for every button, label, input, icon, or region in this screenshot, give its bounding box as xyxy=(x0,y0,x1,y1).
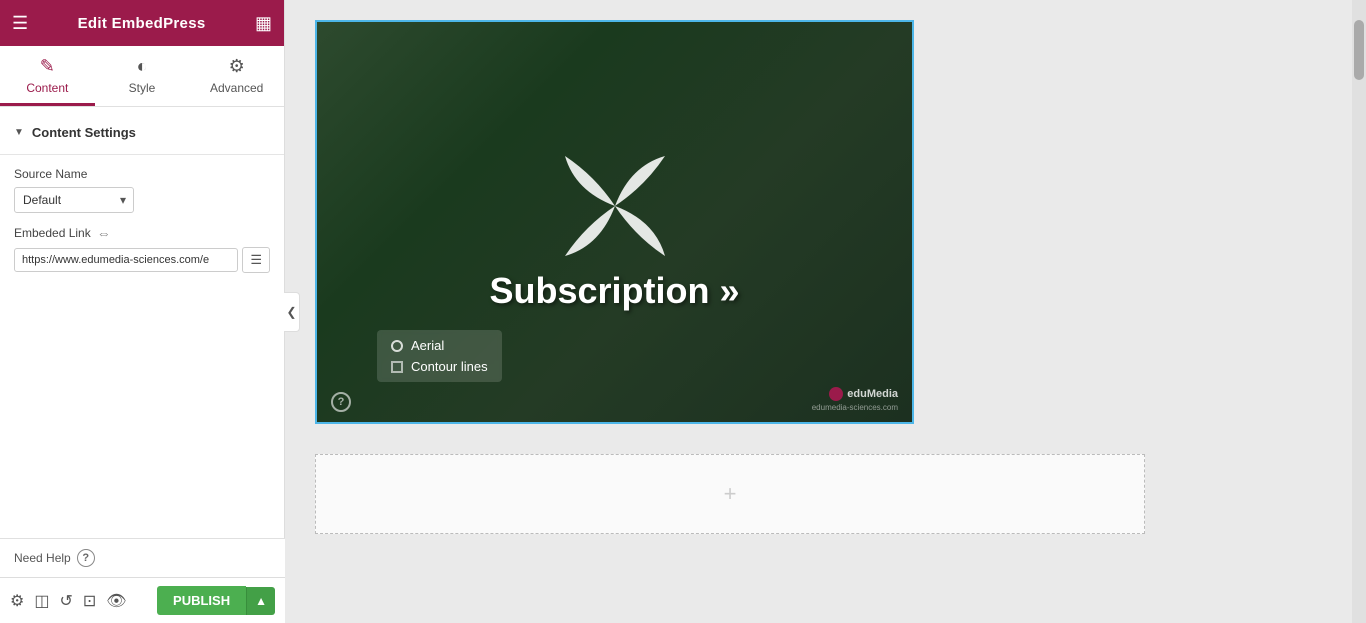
tab-advanced-label: Advanced xyxy=(210,81,263,95)
tab-content-label: Content xyxy=(26,81,68,95)
help-circle-icon[interactable]: ? xyxy=(77,549,95,567)
contour-checkbox xyxy=(391,361,403,373)
tabs-row: ✎ Content ◐ Style ⚙ Advanced xyxy=(0,46,284,107)
empty-block-wrapper: + xyxy=(315,454,1322,534)
publish-button[interactable]: PUBLISH xyxy=(157,586,246,615)
right-scrollbar[interactable] xyxy=(1352,0,1366,623)
source-name-select[interactable]: Default xyxy=(14,187,134,213)
embed-link-field: Embeded Link ⇔ ☰ xyxy=(0,219,284,279)
hamburger-icon[interactable]: ☰ xyxy=(12,13,28,34)
empty-block: + xyxy=(315,454,1145,534)
source-name-field: Source Name Default xyxy=(0,161,284,219)
advanced-tab-icon: ⚙ xyxy=(229,56,245,77)
embed-container: Subscription » Aerial Contour lines ? xyxy=(315,20,914,424)
branding-circle-icon xyxy=(829,387,843,401)
panel-footer: Need Help ? xyxy=(0,538,285,577)
pinwheel-logo xyxy=(535,126,695,286)
bottom-toolbar: ⚙ ◫ ↺ ⊡ 👁 PUBLISH ▲ xyxy=(0,577,285,623)
source-name-label: Source Name xyxy=(14,167,270,181)
subscription-text: Subscription » xyxy=(317,270,912,312)
branding-subtext: edumedia-sciences.com xyxy=(812,403,898,412)
contour-item: Contour lines xyxy=(391,359,488,374)
aerial-radio xyxy=(391,340,403,352)
video-branding: eduMedia edumedia-sciences.com xyxy=(812,387,898,412)
branding-logo: eduMedia xyxy=(829,387,898,401)
main-area: Subscription » Aerial Contour lines ? xyxy=(285,0,1352,623)
tab-style-label: Style xyxy=(129,81,156,95)
embed-link-options-btn[interactable]: ☰ xyxy=(242,247,270,273)
embed-video: Subscription » Aerial Contour lines ? xyxy=(317,22,912,422)
aerial-item: Aerial xyxy=(391,338,488,353)
empty-block-icon: + xyxy=(724,481,737,507)
toggle-panel-button[interactable]: ❮ xyxy=(284,292,300,332)
tab-advanced[interactable]: ⚙ Advanced xyxy=(189,46,284,106)
undo-toolbar-icon[interactable]: ↺ xyxy=(59,591,72,611)
content-tab-icon: ✎ xyxy=(40,56,55,77)
divider xyxy=(0,154,284,155)
resize-handle-icon[interactable]: ⇔ xyxy=(97,225,111,241)
embed-link-label-text: Embeded Link xyxy=(14,226,91,240)
panel-title: Edit EmbedPress xyxy=(78,15,206,32)
aerial-label: Aerial xyxy=(411,338,444,353)
style-tab-icon: ◐ xyxy=(137,56,148,77)
branding-name: eduMedia xyxy=(847,388,898,400)
publish-btn-wrapper: PUBLISH ▲ xyxy=(157,586,275,615)
source-name-select-wrapper: Default xyxy=(14,187,134,213)
video-background: Subscription » Aerial Contour lines ? xyxy=(317,22,912,422)
eye-toolbar-icon[interactable]: 👁 xyxy=(106,591,126,611)
embed-link-row: ☰ xyxy=(14,247,270,273)
section-arrow-icon: ▼ xyxy=(14,127,24,138)
scrollbar-thumb[interactable] xyxy=(1354,20,1364,80)
embed-link-input[interactable] xyxy=(14,248,238,272)
contour-label: Contour lines xyxy=(411,359,488,374)
tab-content[interactable]: ✎ Content xyxy=(0,46,95,106)
video-help-button[interactable]: ? xyxy=(331,392,351,412)
need-help-label: Need Help xyxy=(14,551,71,565)
tab-style[interactable]: ◐ Style xyxy=(95,46,190,106)
publish-dropdown-button[interactable]: ▲ xyxy=(246,587,275,615)
responsive-toolbar-icon[interactable]: ⊡ xyxy=(83,591,96,611)
grid-icon[interactable]: ▦ xyxy=(255,13,272,34)
pinwheel-svg xyxy=(535,126,695,286)
video-overlay-box: Aerial Contour lines xyxy=(377,330,502,382)
content-settings-section[interactable]: ▼ Content Settings xyxy=(0,117,284,148)
left-panel: ☰ Edit EmbedPress ▦ ✎ Content ◐ Style ⚙ … xyxy=(0,0,285,623)
layers-toolbar-icon[interactable]: ◫ xyxy=(34,591,49,611)
section-title: Content Settings xyxy=(32,125,136,140)
panel-header: ☰ Edit EmbedPress ▦ xyxy=(0,0,284,46)
embed-link-label-row: Embeded Link ⇔ xyxy=(14,225,270,241)
settings-toolbar-icon[interactable]: ⚙ xyxy=(10,591,24,611)
